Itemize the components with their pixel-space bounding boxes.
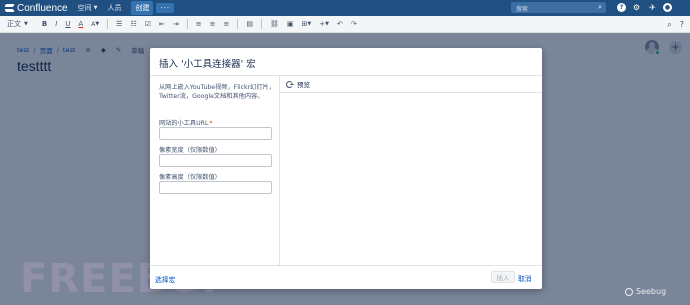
macro-parameters-panel: 从网上嵌入YouTube视频，Flickr幻灯片，Twitter流，Google… xyxy=(150,76,280,265)
confluence-logo[interactable]: Confluence xyxy=(5,3,68,14)
height-input[interactable] xyxy=(159,181,272,194)
underline-button[interactable]: U xyxy=(65,20,70,28)
image-icon[interactable]: ▣ xyxy=(287,20,294,28)
undo-icon[interactable]: ↶ xyxy=(337,20,343,28)
table-icon[interactable]: ⊞ ▼ xyxy=(302,20,312,28)
seebug-logo-icon xyxy=(625,287,633,296)
preview-label: 预览 xyxy=(297,81,310,89)
style-label: 正文 xyxy=(7,20,21,28)
find-icon[interactable]: ⌕ xyxy=(667,20,671,30)
url-label-text: 网站的小工具URL xyxy=(159,120,209,127)
outdent-icon[interactable]: ⇤ xyxy=(159,20,165,28)
preview-bar[interactable]: 预览 xyxy=(280,76,542,93)
toolbar-right-group: ⌕ ? xyxy=(667,16,684,33)
macro-description: 从网上嵌入YouTube视频，Flickr幻灯片，Twitter流，Google… xyxy=(159,84,275,100)
chevron-down-icon: ▼ xyxy=(93,5,98,11)
toolbar-divider xyxy=(237,19,239,29)
dialog-header: 插入 '小工具连接器' 宏 xyxy=(150,48,542,76)
link-icon[interactable]: ⛓ xyxy=(270,20,279,28)
bold-button[interactable]: B xyxy=(42,20,47,28)
url-field-label: 网站的小工具URL* xyxy=(159,118,213,127)
align-left-icon[interactable]: ≡ xyxy=(196,20,202,28)
people-link[interactable]: 人员 xyxy=(107,3,121,13)
dialog-footer: 选择宏 插入 取消 xyxy=(150,265,542,289)
redo-icon[interactable]: ↷ xyxy=(351,20,357,28)
app-name: Confluence xyxy=(17,2,68,14)
search-input[interactable]: 搜索 ⌕ xyxy=(511,2,606,13)
refresh-icon xyxy=(286,80,294,88)
indent-icon[interactable]: ⇥ xyxy=(173,20,179,28)
toolbar-divider xyxy=(107,19,109,29)
width-input[interactable] xyxy=(159,154,272,167)
user-icon[interactable]: ● xyxy=(663,3,672,12)
gadget-url-input[interactable] xyxy=(159,127,272,140)
insert-more-icon[interactable]: + ▼ xyxy=(319,20,329,28)
more-formatting-button[interactable]: A ▼ xyxy=(91,21,99,28)
confluence-logo-icon xyxy=(5,4,14,12)
task-list-icon[interactable]: ☑ xyxy=(145,20,151,28)
chevron-down-icon: ▼ xyxy=(95,21,100,27)
seebug-label: Seebug xyxy=(636,287,667,296)
search-placeholder: 搜索 xyxy=(516,6,529,13)
italic-button[interactable]: I xyxy=(55,20,57,28)
bullet-list-icon[interactable]: ☰ xyxy=(116,20,122,28)
align-right-icon[interactable]: ≡ xyxy=(224,20,230,28)
text-color-button[interactable]: A xyxy=(78,20,83,28)
numbered-list-icon[interactable]: ☷ xyxy=(130,20,136,28)
create-button[interactable]: 创建 xyxy=(131,1,154,15)
dialog-title: 插入 '小工具连接器' 宏 xyxy=(159,59,256,70)
paragraph-style-select[interactable]: 正文 ▼ xyxy=(7,19,28,29)
toolbar-divider xyxy=(186,19,188,29)
align-center-icon[interactable]: ≡ xyxy=(210,20,216,28)
notifications-icon[interactable]: ⚙ xyxy=(631,2,642,13)
height-field-label: 像素高度（仅限数值） xyxy=(159,174,221,181)
nav-icon-group: ? ⚙ ✈ ● xyxy=(617,2,672,13)
select-macro-link[interactable]: 选择宏 xyxy=(155,274,175,284)
toolbar-divider xyxy=(261,19,263,29)
editor-toolbar: 正文 ▼ B I U A A ▼ ☰ ☷ ☑ ⇤ ⇥ ≡ ≡ ≡ ▤ ⛓ ▣ ⊞… xyxy=(0,16,690,33)
chevron-down-icon: ▼ xyxy=(24,21,28,27)
width-field-label: 像素宽度（仅限数值） xyxy=(159,147,221,154)
create-more-button[interactable]: ··· xyxy=(156,3,175,13)
search-icon: ⌕ xyxy=(598,3,602,11)
page-layout-icon[interactable]: ▤ xyxy=(246,20,253,28)
cancel-button[interactable]: 取消 xyxy=(518,273,532,283)
insert-button[interactable]: 插入 xyxy=(491,271,515,283)
spaces-menu[interactable]: 空间 ▼ xyxy=(78,3,98,13)
macro-dialog: 插入 '小工具连接器' 宏 从网上嵌入YouTube视频，Flickr幻灯片，T… xyxy=(150,48,542,289)
help-icon[interactable]: ? xyxy=(680,20,684,29)
seebug-watermark: Seebug xyxy=(625,287,666,296)
feedback-icon[interactable]: ✈ xyxy=(647,2,658,13)
help-icon[interactable]: ? xyxy=(617,3,626,12)
required-marker: * xyxy=(209,120,213,127)
spaces-label: 空间 xyxy=(77,4,92,12)
